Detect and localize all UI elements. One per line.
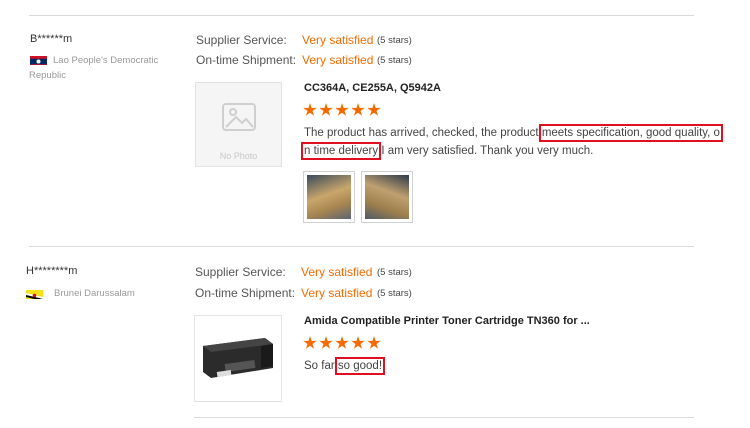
product-title[interactable]: CC364A, CE255A, Q5942A	[304, 82, 441, 94]
image-icon	[222, 103, 256, 131]
ontime-shipment-label: On-time Shipment:	[195, 286, 296, 300]
star-icon	[367, 103, 381, 116]
ontime-shipment-label: On-time Shipment:	[196, 53, 297, 67]
ontime-shipment-stars: (5 stars)	[377, 288, 412, 299]
supplier-service-value: Very satisfied	[301, 265, 373, 279]
review-text: So far so good!	[304, 357, 386, 375]
star-icon	[319, 103, 333, 116]
bottom-divider	[194, 417, 694, 418]
supplier-service-value: Very satisfied	[302, 33, 374, 47]
star-icon	[351, 336, 365, 349]
brunei-flag-icon	[26, 288, 43, 299]
product-image-placeholder[interactable]: No Photo	[195, 82, 282, 167]
star-icon	[303, 336, 317, 349]
review-photo-thumbnail[interactable]	[303, 171, 355, 223]
star-icon	[303, 103, 317, 116]
no-photo-text: No Photo	[219, 151, 258, 161]
ontime-shipment-value: Very satisfied	[302, 53, 374, 67]
review-highlight: meets specification, good quality, o	[538, 124, 723, 142]
supplier-service-label: Supplier Service:	[195, 265, 286, 279]
star-icon	[335, 336, 349, 349]
rating-stars	[303, 336, 381, 350]
review-text-part: The product has arrived, checked, the pr…	[304, 127, 542, 139]
review-text-part: I am very satisfied. Thank you very much…	[378, 145, 594, 157]
star-icon	[367, 336, 381, 349]
top-divider	[29, 15, 694, 16]
supplier-service-stars: (5 stars)	[377, 267, 412, 278]
star-icon	[335, 103, 349, 116]
review-photo-thumbnail[interactable]	[361, 171, 413, 223]
review-divider	[29, 246, 694, 247]
supplier-service-stars: (5 stars)	[377, 35, 412, 46]
buyer-name: H********m	[26, 265, 78, 277]
supplier-service-label: Supplier Service:	[196, 33, 287, 47]
toner-cartridge-image	[203, 338, 273, 378]
star-icon	[351, 103, 365, 116]
rating-stars	[303, 103, 381, 117]
ontime-shipment-value: Very satisfied	[301, 286, 373, 300]
review-highlight: so good!	[334, 357, 386, 375]
review-text-part: So far	[304, 360, 338, 372]
product-title[interactable]: Amida Compatible Printer Toner Cartridge…	[304, 315, 590, 327]
review-highlight: n time delivery	[300, 142, 382, 160]
star-icon	[319, 336, 333, 349]
product-image[interactable]	[194, 315, 282, 402]
buyer-country: Brunei Darussalam	[54, 288, 135, 299]
ontime-shipment-stars: (5 stars)	[377, 55, 412, 66]
buyer-country: Lao People's Democratic Republic	[29, 55, 159, 81]
review-text: The product has arrived, checked, the pr…	[300, 124, 724, 160]
buyer-name: B******m	[30, 33, 73, 45]
